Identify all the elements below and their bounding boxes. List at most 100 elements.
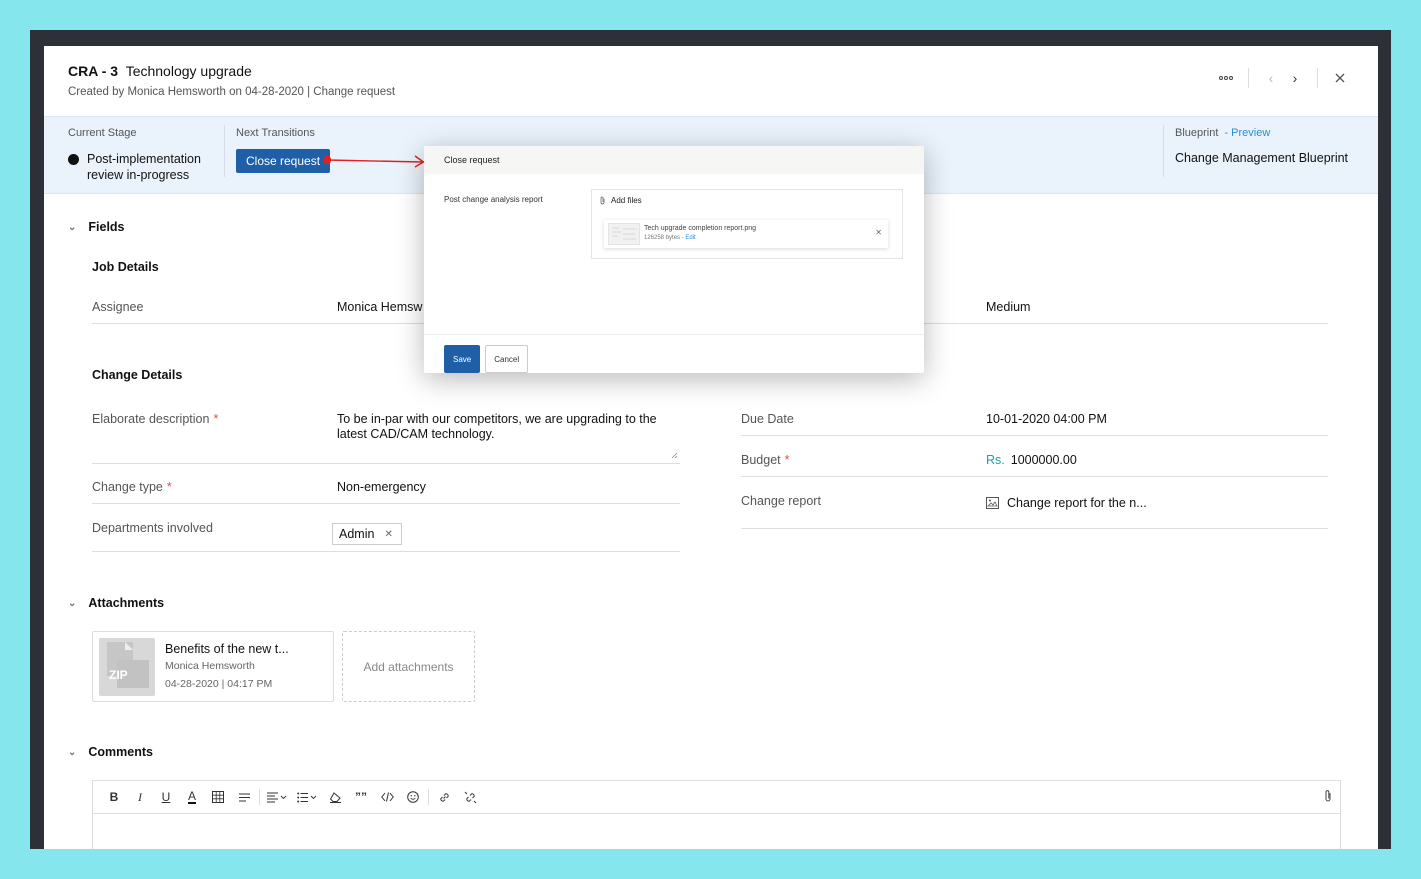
created-on: on 04-28-2020 [229,86,304,98]
priority-value[interactable]: Medium [986,300,1030,314]
paperclip-icon[interactable] [1324,789,1332,806]
attachment-card[interactable]: ZIP Benefits of the new t... Monica Hems… [92,631,334,702]
required-mark: * [166,480,172,494]
attachment-owner: Monica Hemsworth [165,660,255,672]
file-thumbnail-icon [608,223,640,245]
attachments-section-header[interactable]: ⌄ Attachments [68,596,164,610]
stage-dot-icon [68,154,79,165]
change-report-value: Change report for the n... [1007,496,1147,510]
italic-icon[interactable]: I [127,786,153,808]
budget-row: Budget * Rs. 1000000.00 [741,453,1328,477]
cancel-button[interactable]: Cancel [485,345,529,373]
add-files-button[interactable]: Add files [600,196,642,205]
change-type-label: Change type [92,480,163,494]
comment-editor: B I U A ”” [92,780,1341,849]
due-date-value[interactable]: 10-01-2020 04:00 PM [986,412,1107,426]
departments-row: Departments involved Admin ✕ [92,521,680,552]
font-color-icon[interactable]: A [179,786,205,808]
emoji-icon[interactable] [400,786,426,808]
add-attachments-button[interactable]: Add attachments [342,631,475,702]
current-stage-text: Post-implementation review in-progress [87,152,201,182]
due-date-row: Due Date 10-01-2020 04:00 PM [741,412,1328,436]
strikethrough-icon[interactable] [231,786,257,808]
blueprint-preview-link[interactable]: - Preview [1224,127,1270,139]
change-type-value[interactable]: Non-emergency [337,480,426,494]
budget-currency: Rs. [986,453,1005,467]
resize-handle-icon[interactable] [671,452,678,459]
due-date-label: Due Date [741,412,794,426]
record-id: CRA - 3 [68,63,119,79]
change-type-row: Change type * Non-emergency [92,480,680,504]
dialog-title: Close request [424,146,924,174]
file-type-label: ZIP [109,668,128,682]
annotation-arrow [322,155,425,168]
save-button[interactable]: Save [444,345,481,373]
fields-section-header[interactable]: ⌄ Fields [68,220,125,234]
record-header: CRA - 3 Technology upgrade Created by Mo… [44,46,1378,116]
current-stage-label: Current Stage [68,127,137,139]
comments-section-title: Comments [88,745,153,759]
attachment-date: 04-28-2020 | 04:17 PM [165,678,273,690]
current-stage: Current Stage Post-implementation review… [68,127,218,183]
editor-toolbar: B I U A ”” [93,781,1340,814]
created-by-label: Created by [68,86,125,98]
close-icon[interactable] [1328,68,1352,88]
more-options-icon[interactable] [1214,68,1238,88]
attachment-name: Benefits of the new t... [165,642,289,656]
assignee-value[interactable]: Monica Hemsw [337,300,422,314]
unlink-icon[interactable] [457,786,483,808]
stage-divider [224,125,225,177]
next-transitions: Next Transitions Close request [236,127,331,173]
code-icon[interactable] [374,786,400,808]
department-chip[interactable]: Admin ✕ [332,523,402,545]
created-by-value: Monica Hemsworth [127,86,226,98]
next-record-icon[interactable]: › [1283,68,1307,88]
description-value[interactable]: To be in-par with our competitors, we ar… [337,412,672,442]
header-actions: ‹ › [1214,68,1352,88]
current-stage-value: Post-implementation review in-progress [68,151,218,183]
blueprint-name: Change Management Blueprint [1175,151,1349,165]
change-report-row: Change report Change report for the n... [741,494,1328,529]
header-divider [1248,68,1249,88]
change-report-label: Change report [741,494,821,508]
record-meta: Created by Monica Hemsworth on 04-28-202… [68,86,395,98]
align-dropdown-icon[interactable] [262,786,292,808]
fields-section-title: Fields [88,220,125,234]
description-label: Elaborate description [92,412,210,426]
post-change-report-label: Post change analysis report [444,195,543,204]
change-details-title: Change Details [92,368,183,382]
eraser-icon[interactable] [322,786,348,808]
underline-icon[interactable]: U [153,786,179,808]
record-title: CRA - 3 Technology upgrade [68,63,252,79]
bold-icon[interactable]: B [101,786,127,808]
chevron-down-icon: ⌄ [68,221,77,233]
uploaded-file-card[interactable]: Tech upgrade completion report.png 12625… [604,220,888,248]
description-row: Elaborate description * To be in-par with… [92,412,680,464]
add-files-label: Add files [611,196,642,205]
remove-chip-icon[interactable]: ✕ [384,529,392,540]
image-file-icon [986,497,999,509]
toolbar-divider [259,789,260,805]
department-chip-label: Admin [339,527,375,541]
table-icon[interactable] [205,786,231,808]
record-name: Technology upgrade [125,63,252,79]
close-request-dialog: Close request Post change analysis repor… [424,146,924,373]
departments-label: Departments involved [92,521,213,535]
job-details-title: Job Details [92,260,159,274]
comments-section-header[interactable]: ⌄ Comments [68,745,153,759]
next-transitions-label: Next Transitions [236,127,315,139]
budget-value: 1000000.00 [1010,453,1077,467]
remove-file-icon[interactable]: ✕ [875,228,882,237]
link-icon[interactable] [431,786,457,808]
edit-file-link[interactable]: - Edit [682,235,696,241]
stage-divider [1163,125,1164,177]
required-mark: * [213,412,219,426]
assignee-label: Assignee [92,300,144,314]
quote-icon[interactable]: ”” [348,786,374,808]
chevron-down-icon: ⌄ [68,597,77,609]
list-dropdown-icon[interactable] [292,786,322,808]
budget-label: Budget [741,453,781,467]
toolbar-divider [428,789,429,805]
previous-record-icon[interactable]: ‹ [1259,68,1283,88]
close-request-button[interactable]: Close request [236,149,331,173]
